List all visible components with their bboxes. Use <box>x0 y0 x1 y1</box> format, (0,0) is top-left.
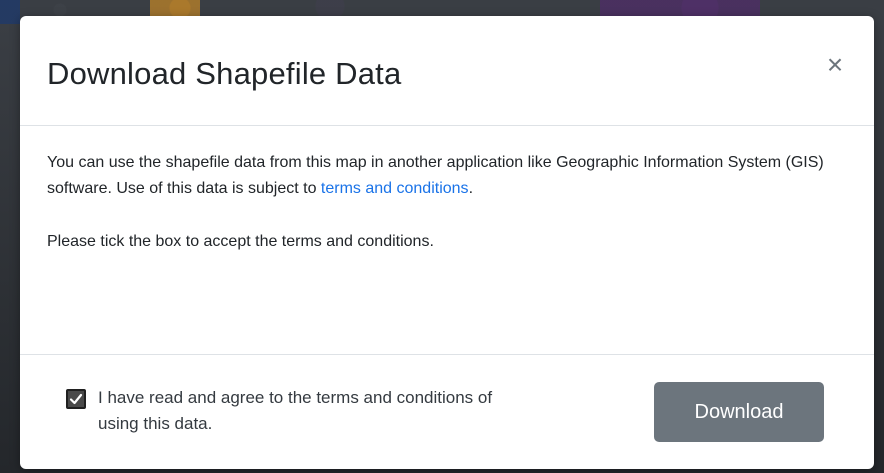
download-shapefile-modal: Download Shapefile Data × You can use th… <box>20 16 874 469</box>
close-button[interactable]: × <box>818 48 852 82</box>
close-icon: × <box>826 49 844 80</box>
modal-header: Download Shapefile Data × <box>20 16 874 126</box>
agree-text: I have read and agree to the terms and c… <box>98 388 493 433</box>
intro-end: . <box>468 180 474 197</box>
modal-title: Download Shapefile Data <box>47 56 402 91</box>
agree-checkbox-label[interactable]: I have read and agree to the terms and c… <box>66 385 496 437</box>
modal-body: You can use the shapefile data from this… <box>20 126 874 354</box>
modal-footer: I have read and agree to the terms and c… <box>20 354 874 469</box>
terms-link[interactable]: terms and conditions <box>321 180 469 197</box>
checkmark-icon <box>69 393 83 405</box>
accept-instruction: Please tick the box to accept the terms … <box>47 233 434 250</box>
agree-checkbox[interactable] <box>66 389 86 409</box>
intro-paragraph: You can use the shapefile data from this… <box>47 150 847 202</box>
download-button[interactable]: Download <box>654 382 824 442</box>
